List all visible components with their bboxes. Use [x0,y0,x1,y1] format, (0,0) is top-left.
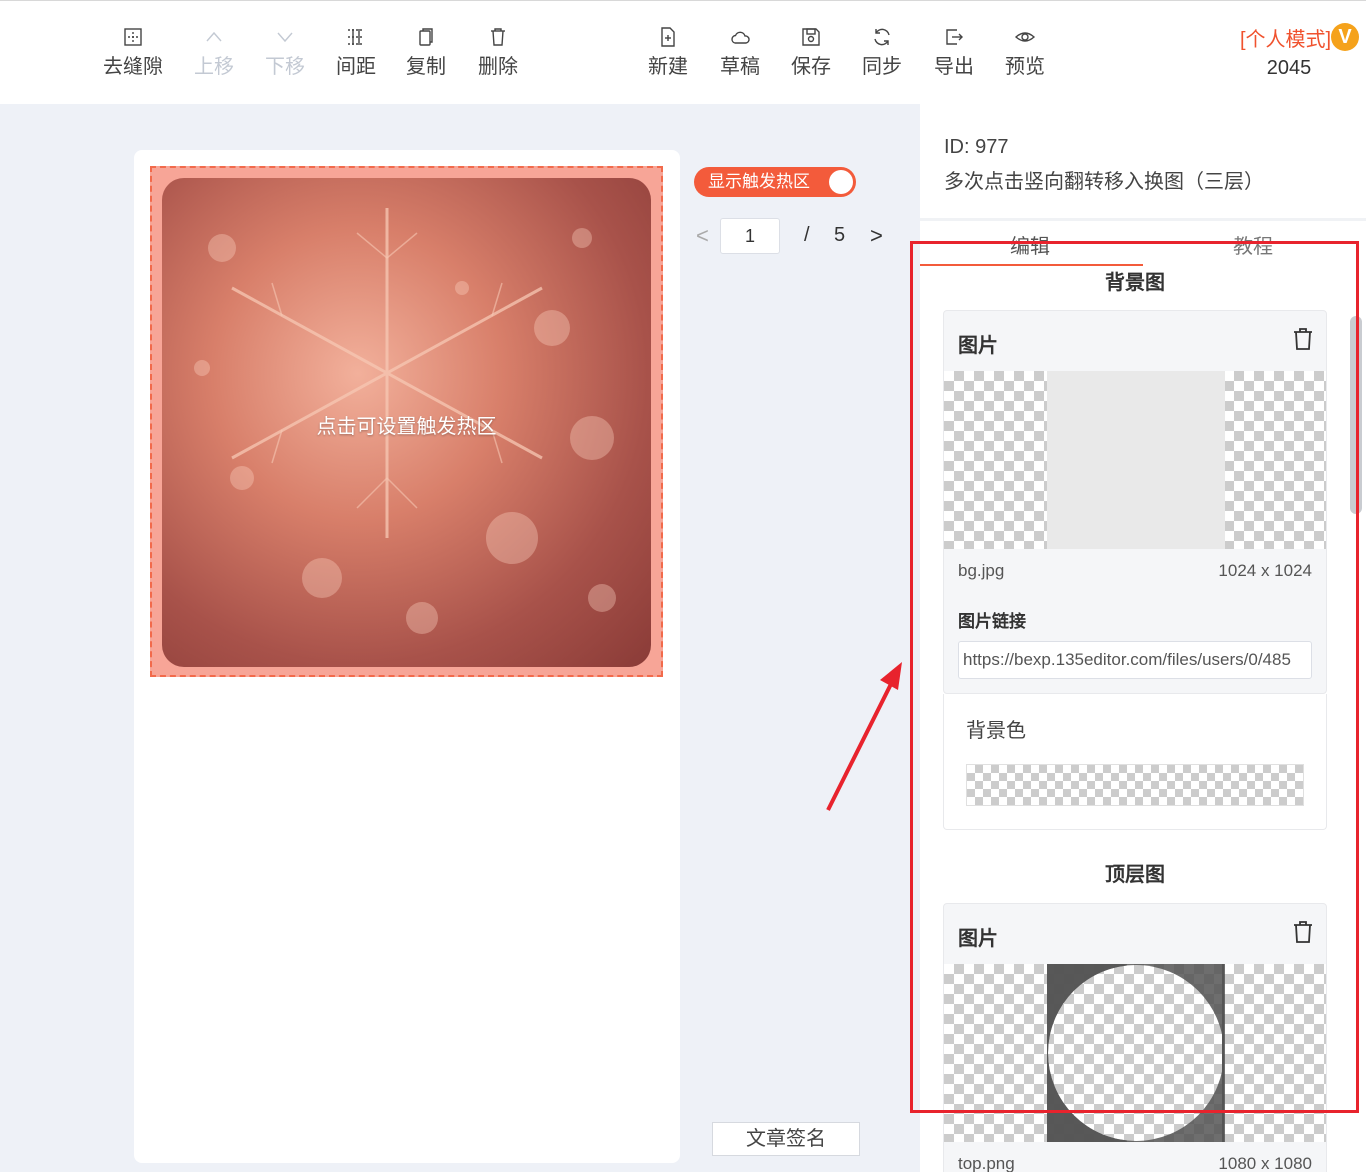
top-image-preview[interactable] [944,964,1326,1142]
spacing-label: 间距 [336,56,376,78]
editor-canvas: 点击可设置触发热区 [134,150,680,1163]
bg-thumbnail [1047,371,1225,549]
template-id: ID: 977 [944,136,1009,158]
save-button[interactable]: 保存 [776,23,846,79]
spacing-button[interactable]: 间距 [321,23,391,79]
new-button[interactable]: 新建 [633,23,703,79]
user-count: 2045 [1266,57,1312,79]
copy-label: 复制 [406,56,446,78]
bg-link-input[interactable] [958,641,1312,679]
top-file-size: 1080 x 1080 [1218,1154,1312,1172]
tab-edit[interactable]: 编辑 [1010,230,1050,259]
article-signature-button[interactable]: 文章签名 [712,1122,860,1156]
trash-icon[interactable] [1292,920,1314,944]
save-icon [802,28,820,46]
snowflake-photo: 点击可设置触发热区 [162,178,651,667]
preview-button[interactable]: 预览 [990,23,1060,79]
chevron-up-icon [206,31,222,42]
vip-badge-icon[interactable]: V [1331,23,1359,51]
export-label: 导出 [934,56,974,78]
save-label: 保存 [791,56,831,78]
top-card-title: 图片 [958,928,998,950]
draft-button[interactable]: 草稿 [705,23,775,79]
template-name: 多次点击竖向翻转移入换图（三层） [944,171,1264,193]
move-down-label: 下移 [265,56,305,78]
properties-panel: ID: 977 多次点击竖向翻转移入换图（三层） 编辑 教程 背景图 图片 bg… [920,104,1366,1172]
hotzone-hint: 点击可设置触发热区 [316,416,497,438]
panel-scrollbar[interactable] [1350,316,1362,514]
new-file-icon [661,27,675,47]
sync-icon [874,28,890,46]
background-color-card: 背景色 [943,694,1327,830]
bg-file-name: bg.jpg [958,561,1005,580]
top-thumbnail-icon [1047,964,1225,1142]
export-button[interactable]: 导出 [919,23,989,79]
background-image-card: 图片 bg.jpg 1024 x 1024 图片链接 [943,310,1327,694]
sync-button[interactable]: 同步 [847,23,917,79]
copy-icon [419,28,433,46]
remove-gap-button[interactable]: 去缝隙 [98,23,168,79]
remove-gap-label: 去缝隙 [103,56,163,78]
panel-divider [920,218,1366,221]
toggle-knob [829,170,853,194]
export-icon [946,29,963,45]
delete-label: 删除 [478,56,518,78]
top-toolbar: 去缝隙 上移 下移 间距 复制 删除 新建 草稿 保存 同步 导出 预览 [个人… [0,0,1366,104]
bgcolor-picker[interactable] [966,764,1304,806]
personal-mode-link[interactable]: [个人模式] [1240,23,1331,52]
sync-label: 同步 [862,56,902,78]
top-file-name: top.png [958,1154,1015,1172]
trash-icon[interactable] [1292,327,1314,351]
bg-link-label: 图片链接 [958,612,1026,631]
top-image-card: 图片 top.png 1080 x 1080 [943,903,1327,1172]
next-page-button[interactable]: > [870,224,883,248]
bgcolor-label: 背景色 [966,720,1026,742]
move-down-button[interactable]: 下移 [250,23,320,79]
page-separator: / [804,224,810,246]
tab-tutorial[interactable]: 教程 [1233,230,1273,259]
bg-image-preview[interactable] [944,371,1326,549]
prev-page-button[interactable]: < [696,224,709,248]
top-section-title: 顶层图 [1105,864,1165,886]
show-hotzone-toggle[interactable]: 显示触发热区 [694,167,856,197]
delete-button[interactable]: 删除 [463,23,533,79]
move-up-label: 上移 [194,56,234,78]
bg-file-size: 1024 x 1024 [1218,561,1312,580]
cloud-icon [731,31,750,44]
spacing-icon [348,29,364,45]
preview-label: 预览 [1005,56,1045,78]
move-up-button[interactable]: 上移 [179,23,249,79]
trash-icon [491,28,505,46]
page-number-input[interactable] [720,218,780,254]
trigger-hotzone[interactable]: 点击可设置触发热区 [150,166,663,677]
bg-card-title: 图片 [958,335,998,357]
gap-remove-icon [124,28,142,46]
chevron-down-icon [277,32,293,43]
copy-button[interactable]: 复制 [391,23,461,79]
background-section-title: 背景图 [1105,272,1165,294]
show-hotzone-label: 显示触发热区 [708,172,810,191]
draft-label: 草稿 [720,56,760,78]
page-total: 5 [834,224,846,246]
eye-icon [1014,32,1036,42]
new-label: 新建 [648,56,688,78]
